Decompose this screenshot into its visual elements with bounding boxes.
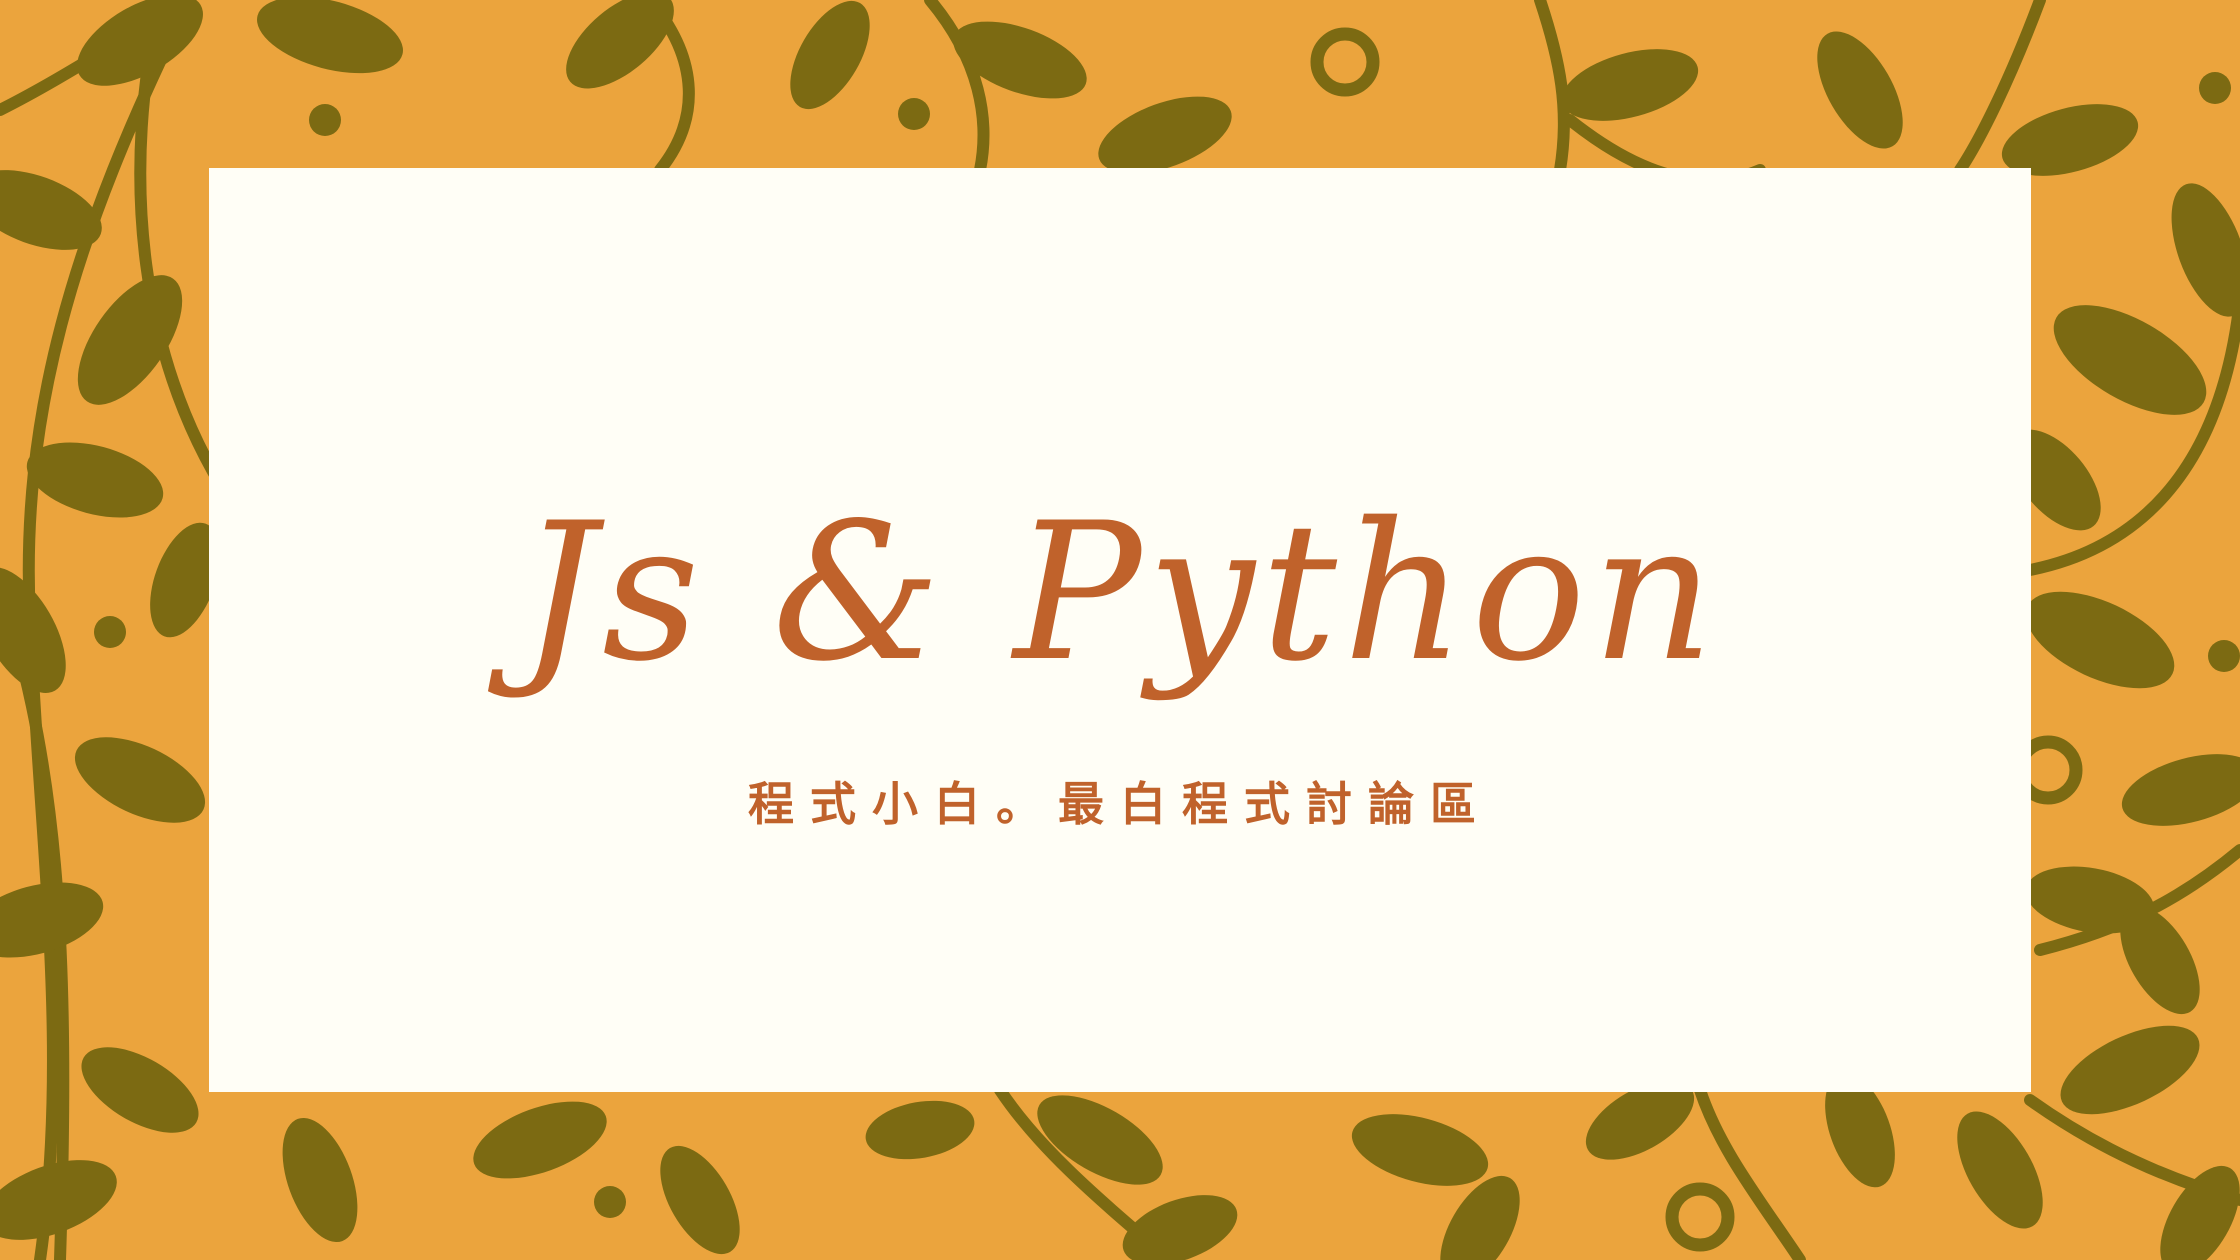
page-title: Js & Python (519, 482, 1721, 703)
page-subtitle: 程式小白。最白程式討論區 (748, 777, 1492, 831)
banner-card: Js & Python 程式小白。最白程式討論區 (209, 168, 2031, 1092)
